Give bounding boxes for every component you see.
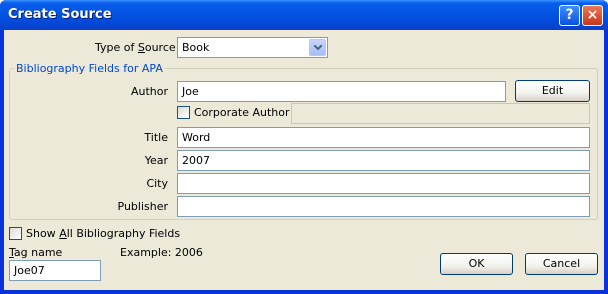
title-label: Title: [144, 131, 168, 144]
close-button[interactable]: ×: [582, 5, 603, 26]
year-label: Year: [144, 154, 168, 167]
type-of-source-value: Book: [182, 41, 210, 54]
year-field[interactable]: 2007: [177, 150, 590, 171]
show-all-accel: A: [59, 227, 67, 240]
show-all-fields-checkbox[interactable]: [9, 227, 22, 240]
dialog-body: Type of Source Book Bibliography Fields …: [4, 30, 604, 290]
cancel-button[interactable]: Cancel: [525, 253, 598, 275]
tag-name-field[interactable]: Joe07: [9, 260, 101, 281]
window-title: Create Source: [8, 7, 112, 22]
corporate-author-label: Corporate Author: [194, 106, 290, 119]
create-source-dialog: Create Source ? × Type of Source Book Bi…: [0, 0, 608, 294]
author-field[interactable]: Joe: [177, 81, 506, 102]
corporate-author-field: [291, 103, 590, 124]
author-label: Author: [130, 85, 168, 98]
city-field[interactable]: [177, 173, 590, 194]
show-all-pre: Show: [26, 227, 60, 240]
group-title: Bibliography Fields for APA: [14, 62, 165, 75]
show-all-post: ll Bibliography Fields: [66, 227, 181, 240]
tag-name-post: ag name: [13, 246, 63, 259]
type-of-source-label-accel: S: [137, 41, 145, 54]
show-all-fields-label: Show All Bibliography Fields: [26, 227, 180, 240]
title-field[interactable]: Word: [177, 127, 590, 148]
type-of-source-select[interactable]: Book: [177, 37, 328, 58]
tag-example: Example: 2006: [120, 246, 203, 259]
dropdown-button[interactable]: [309, 39, 326, 56]
publisher-field[interactable]: [177, 196, 590, 217]
type-of-source-label-pre: Type of: [95, 41, 138, 54]
help-button[interactable]: ?: [559, 5, 580, 26]
edit-button[interactable]: Edit: [515, 80, 590, 102]
city-label: City: [146, 177, 168, 190]
title-bar[interactable]: Create Source ? ×: [0, 0, 608, 30]
tag-name-label: Tag name: [9, 246, 62, 259]
publisher-label: Publisher: [117, 200, 169, 213]
ok-button[interactable]: OK: [440, 253, 513, 275]
chevron-down-icon: [314, 45, 322, 50]
type-of-source-label: Type of Source: [95, 41, 176, 54]
type-of-source-label-post: ource: [144, 41, 176, 54]
corporate-author-checkbox[interactable]: [177, 106, 190, 119]
